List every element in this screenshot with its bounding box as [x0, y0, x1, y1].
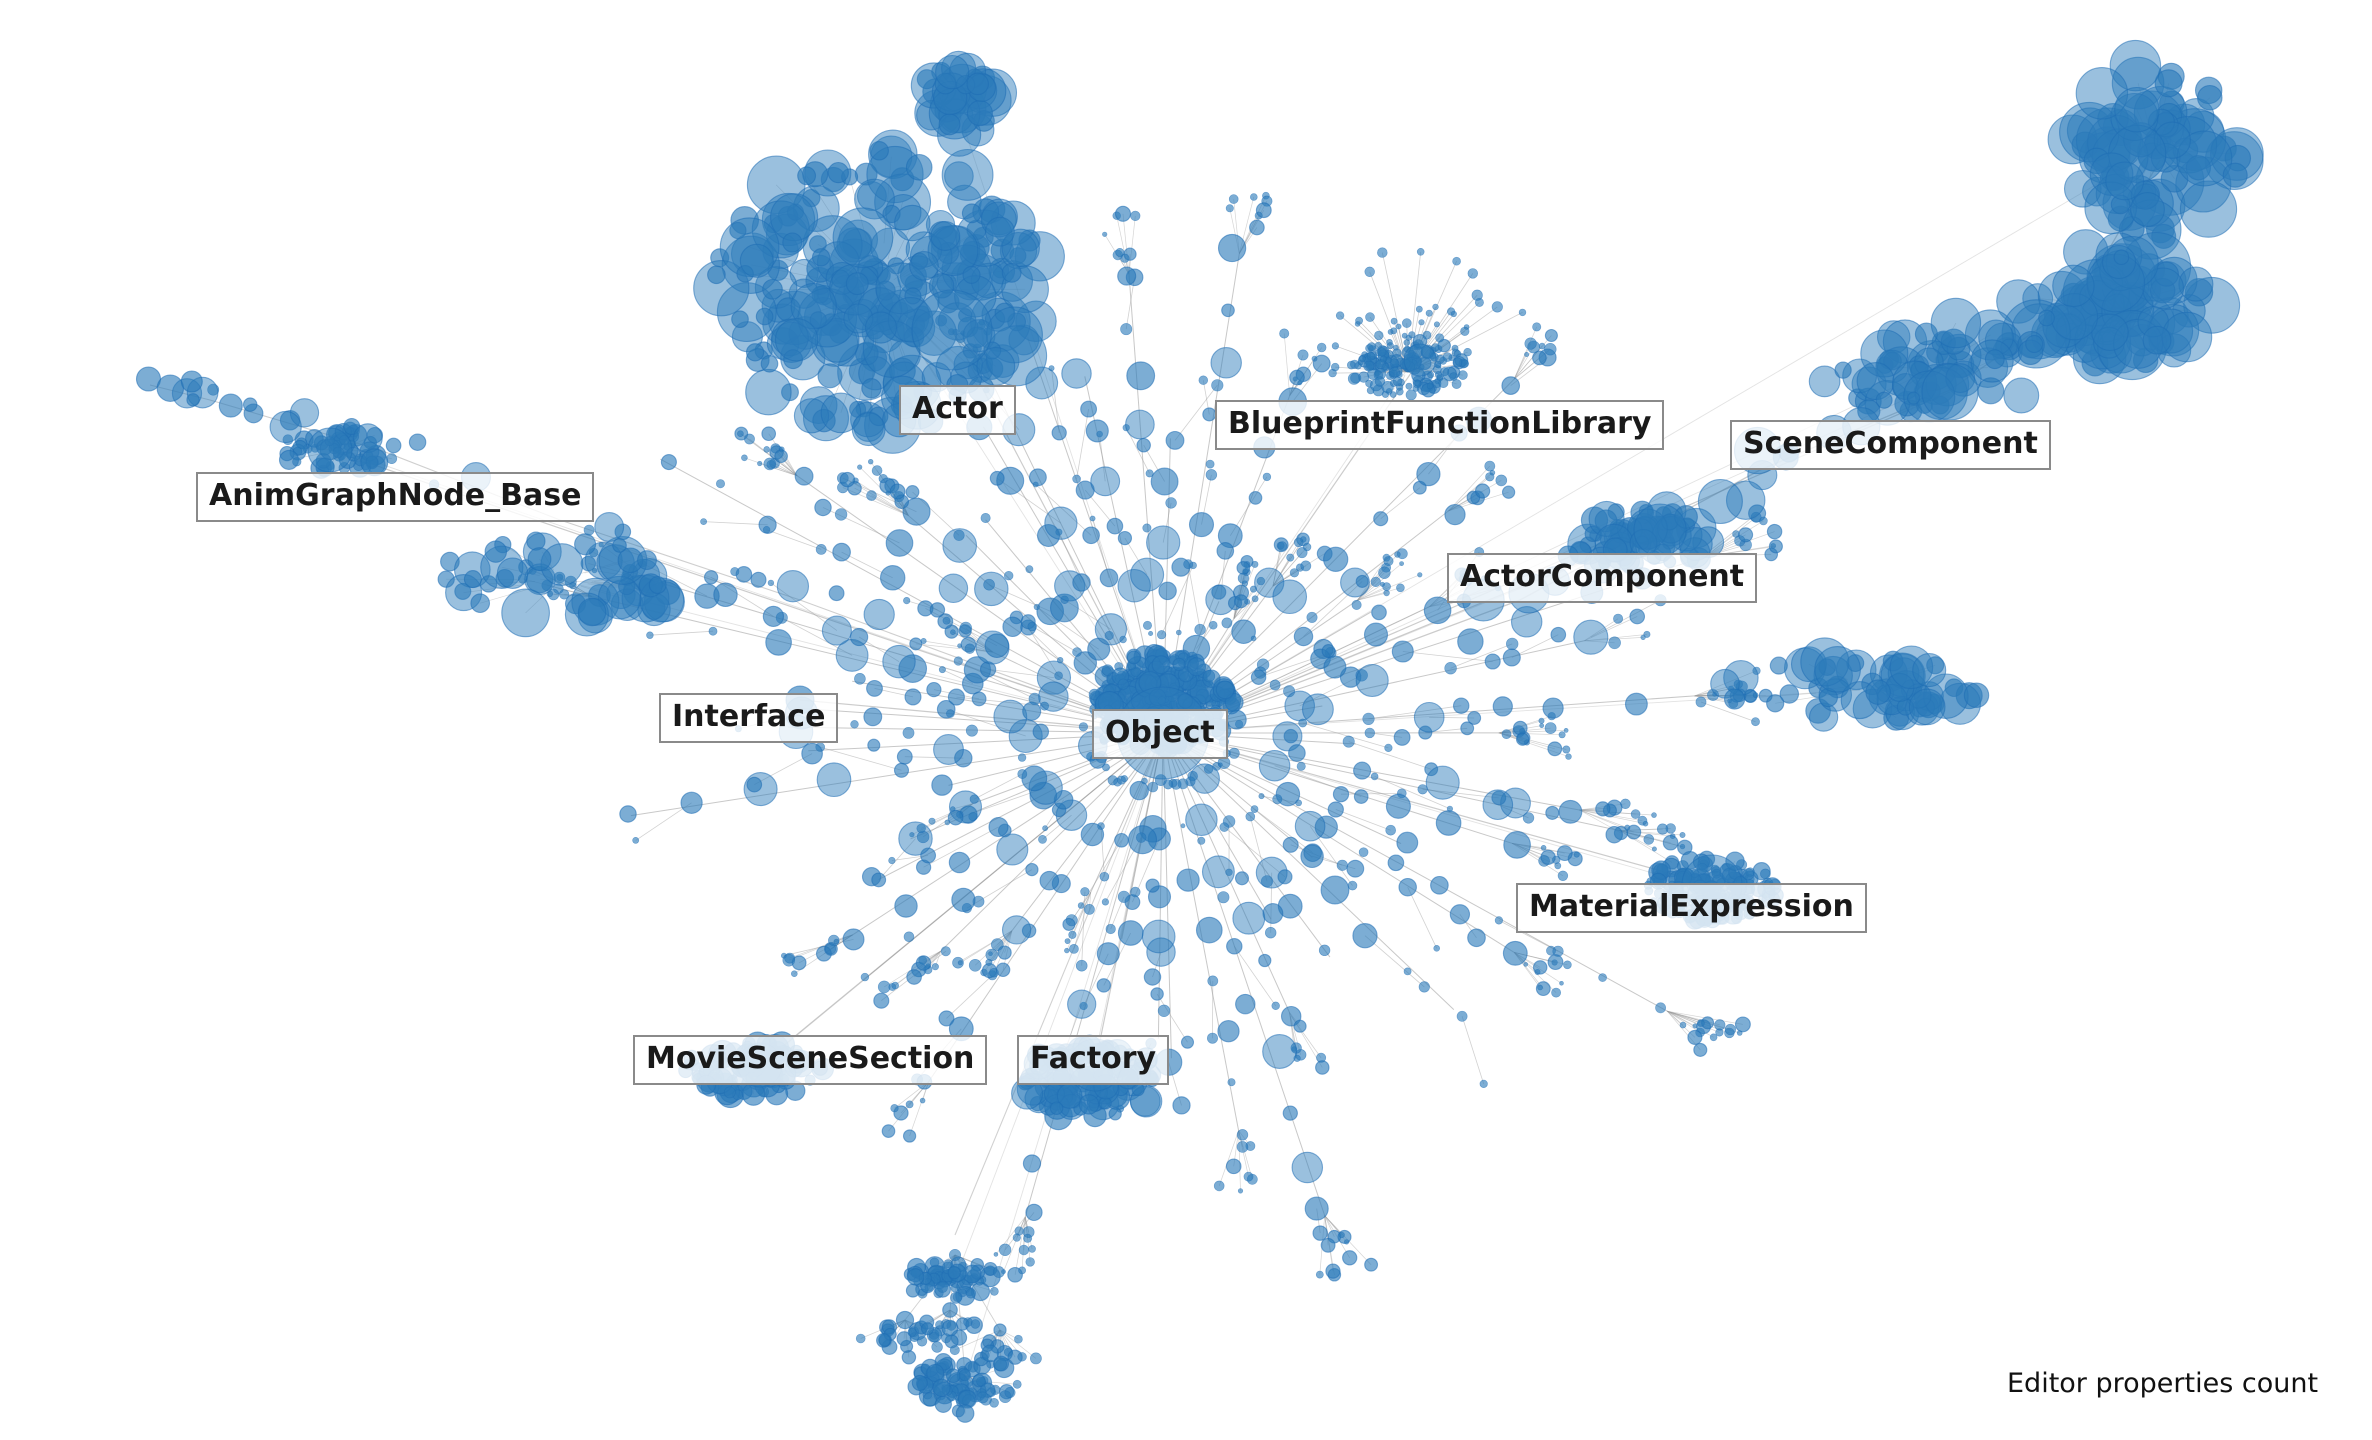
graph-node-label-blueprintfunctionlibrary[interactable]: BlueprintFunctionLibrary [1215, 400, 1665, 450]
graph-node-label-animgraphnode-base[interactable]: AnimGraphNode_Base [196, 472, 595, 522]
graph-node-label-object[interactable]: Object [1092, 709, 1228, 759]
graph-node-label-interface[interactable]: Interface [659, 693, 839, 743]
graph-node-label-factory[interactable]: Factory [1017, 1035, 1170, 1085]
figure-caption: Editor properties count [2007, 1368, 2319, 1399]
graph-node-label-materialexpression[interactable]: MaterialExpression [1516, 883, 1867, 933]
figure-canvas: Object Actor BlueprintFunctionLibrary Scene… [0, 0, 2372, 1440]
graph-node-label-scenecomponent[interactable]: SceneComponent [1730, 420, 2051, 470]
graph-node-label-moviescenesection[interactable]: MovieSceneSection [633, 1035, 988, 1085]
graph-node-label-actorcomponent[interactable]: ActorComponent [1447, 553, 1758, 603]
graph-node-label-actor[interactable]: Actor [899, 385, 1016, 435]
